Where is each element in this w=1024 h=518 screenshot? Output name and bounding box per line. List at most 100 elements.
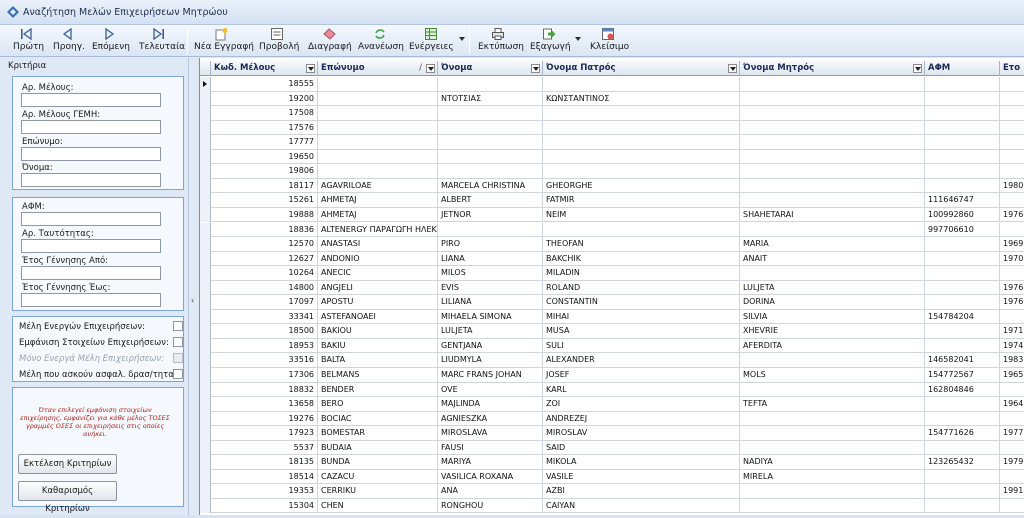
- cell-father-name[interactable]: CONSTANTIN: [543, 295, 740, 310]
- last-button[interactable]: Τελευταία: [135, 25, 185, 57]
- row-selector[interactable]: [200, 469, 211, 485]
- cell-afm[interactable]: [925, 266, 1000, 281]
- cell-name[interactable]: VASILICA ROXANA: [438, 469, 543, 485]
- table-row[interactable]: 33341 ASTEFANOAEI MIHAELA SIMONA MIHAI SILVI…: [200, 309, 1024, 325]
- cell-member-code[interactable]: 17576: [211, 120, 318, 136]
- cell-mother-name[interactable]: [740, 382, 925, 398]
- cell-name[interactable]: GENTJANA: [438, 338, 543, 354]
- cell-member-code[interactable]: 18836: [211, 222, 318, 237]
- table-row[interactable]: 12627 ANDONIO LIANA BAKCHIK ANAIT 1970: [200, 251, 1024, 267]
- cell-mother-name[interactable]: TEFTA: [740, 397, 925, 412]
- collapse-left-icon[interactable]: ‹: [191, 296, 194, 305]
- birth-from-input[interactable]: [21, 266, 161, 280]
- cell-mother-name[interactable]: MOLS: [740, 368, 925, 383]
- cell-name[interactable]: MILOS: [438, 266, 543, 281]
- refresh-button[interactable]: Ανανέωση: [357, 25, 404, 57]
- cell-year[interactable]: [1000, 441, 1024, 456]
- actions-button[interactable]: Ενέργειες: [406, 25, 456, 57]
- cell-surname[interactable]: ASTEFANOAEI: [318, 309, 438, 325]
- row-selector[interactable]: [200, 426, 211, 441]
- cell-surname[interactable]: [318, 77, 438, 92]
- table-row[interactable]: 17097 APOSTU LILIANA CONSTANTIN DORINA 1976: [200, 295, 1024, 310]
- cell-father-name[interactable]: [543, 106, 740, 121]
- cell-name[interactable]: ΝΤΟΤΣΙΑΣ: [438, 91, 543, 107]
- cell-year[interactable]: [1000, 150, 1024, 165]
- cell-afm[interactable]: 123265432: [925, 455, 1000, 470]
- cell-member-code[interactable]: 17097: [211, 295, 318, 310]
- cell-father-name[interactable]: ROLAND: [543, 280, 740, 296]
- cell-father-name[interactable]: THEOFAN: [543, 237, 740, 252]
- cell-father-name[interactable]: [543, 222, 740, 237]
- cell-mother-name[interactable]: [740, 91, 925, 107]
- new-record-button[interactable]: Νέα Εγγραφή: [192, 25, 254, 57]
- cell-year[interactable]: 1976: [1000, 208, 1024, 223]
- cell-mother-name[interactable]: [740, 440, 925, 456]
- cell-surname[interactable]: [318, 106, 438, 121]
- cell-afm[interactable]: [925, 178, 1000, 194]
- filter-dropdown-icon[interactable]: [531, 64, 540, 73]
- cell-father-name[interactable]: BAKCHIK: [543, 251, 740, 267]
- cell-mother-name[interactable]: [740, 484, 925, 499]
- cell-father-name[interactable]: FATMIR: [543, 193, 740, 208]
- cell-father-name[interactable]: [543, 120, 740, 136]
- row-selector[interactable]: [200, 338, 211, 354]
- cell-father-name[interactable]: MUSA: [543, 324, 740, 339]
- row-selector[interactable]: [200, 251, 211, 267]
- row-selector[interactable]: [200, 484, 211, 499]
- cell-member-code[interactable]: 19200: [211, 91, 318, 107]
- cell-father-name[interactable]: ZOI: [543, 397, 740, 412]
- cell-mother-name[interactable]: MIRELA: [740, 469, 925, 485]
- active-members-checkbox-row[interactable]: Μέλη Ενεργών Επιχειρήσεων:: [19, 320, 187, 334]
- cell-mother-name[interactable]: [740, 120, 925, 136]
- table-row[interactable]: 5537 BUDAIA FAUSI SAID: [200, 440, 1024, 456]
- cell-surname[interactable]: [318, 120, 438, 136]
- cell-year[interactable]: [1000, 499, 1024, 514]
- cell-mother-name[interactable]: SHAHETARAI: [740, 207, 925, 223]
- table-row[interactable]: 14800 ANGJELI EVIS ROLAND LULJETA 1976: [200, 280, 1024, 296]
- filter-dropdown-icon[interactable]: [728, 64, 737, 73]
- cell-father-name[interactable]: CAIYAN: [543, 498, 740, 514]
- table-row[interactable]: 17306 BELMANS MARC FRANS JOHAN JOSEF MOLS 154…: [200, 368, 1024, 383]
- cell-afm[interactable]: 154784204: [925, 309, 1000, 325]
- cell-name[interactable]: MARC FRANS JOHAN: [438, 368, 543, 383]
- cell-year[interactable]: [1000, 412, 1024, 427]
- table-row[interactable]: 19888 AHMETAJ JETNOR NEIM SHAHETARAI 10099286…: [200, 207, 1024, 223]
- birth-to-input[interactable]: [21, 293, 161, 307]
- cell-member-code[interactable]: 15261: [211, 193, 318, 208]
- first-button[interactable]: Πρώτη: [8, 25, 44, 57]
- cell-year[interactable]: [1000, 193, 1024, 208]
- table-row[interactable]: 15304 CHEN RONGHOU CAIYAN: [200, 498, 1024, 514]
- row-selector[interactable]: [200, 382, 211, 398]
- row-selector[interactable]: [200, 280, 211, 296]
- cell-year[interactable]: 1970: [1000, 252, 1024, 267]
- cell-year[interactable]: [1000, 383, 1024, 398]
- cell-mother-name[interactable]: AFERDITA: [740, 338, 925, 354]
- cell-afm[interactable]: [925, 237, 1000, 252]
- row-selector[interactable]: [200, 295, 211, 310]
- cell-name[interactable]: MIROSLAVA: [438, 426, 543, 441]
- cell-year[interactable]: 1965: [1000, 368, 1024, 383]
- cell-father-name[interactable]: JOSEF: [543, 368, 740, 383]
- row-selector[interactable]: [200, 397, 211, 412]
- cell-father-name[interactable]: MIHAI: [543, 309, 740, 325]
- cell-name[interactable]: [438, 222, 543, 237]
- cell-afm[interactable]: [925, 440, 1000, 456]
- cell-surname[interactable]: ANDONIO: [318, 251, 438, 267]
- cell-afm[interactable]: [925, 484, 1000, 499]
- row-selector[interactable]: [200, 324, 211, 339]
- cell-surname[interactable]: CHEN: [318, 498, 438, 514]
- cell-father-name[interactable]: [543, 77, 740, 92]
- cell-afm[interactable]: [925, 411, 1000, 427]
- cell-year[interactable]: [1000, 266, 1024, 281]
- row-selector[interactable]: [200, 120, 211, 136]
- cell-year[interactable]: [1000, 470, 1024, 485]
- cell-member-code[interactable]: 18555: [211, 77, 318, 92]
- filter-dropdown-icon[interactable]: [913, 64, 922, 73]
- row-selector[interactable]: [200, 266, 211, 281]
- cell-year[interactable]: 1980: [1000, 179, 1024, 194]
- cell-member-code[interactable]: 15304: [211, 498, 318, 514]
- cell-surname[interactable]: CAZACU: [318, 469, 438, 485]
- cell-surname[interactable]: [318, 149, 438, 165]
- col-year[interactable]: Ετο: [1000, 61, 1024, 76]
- cell-year[interactable]: [1000, 135, 1024, 150]
